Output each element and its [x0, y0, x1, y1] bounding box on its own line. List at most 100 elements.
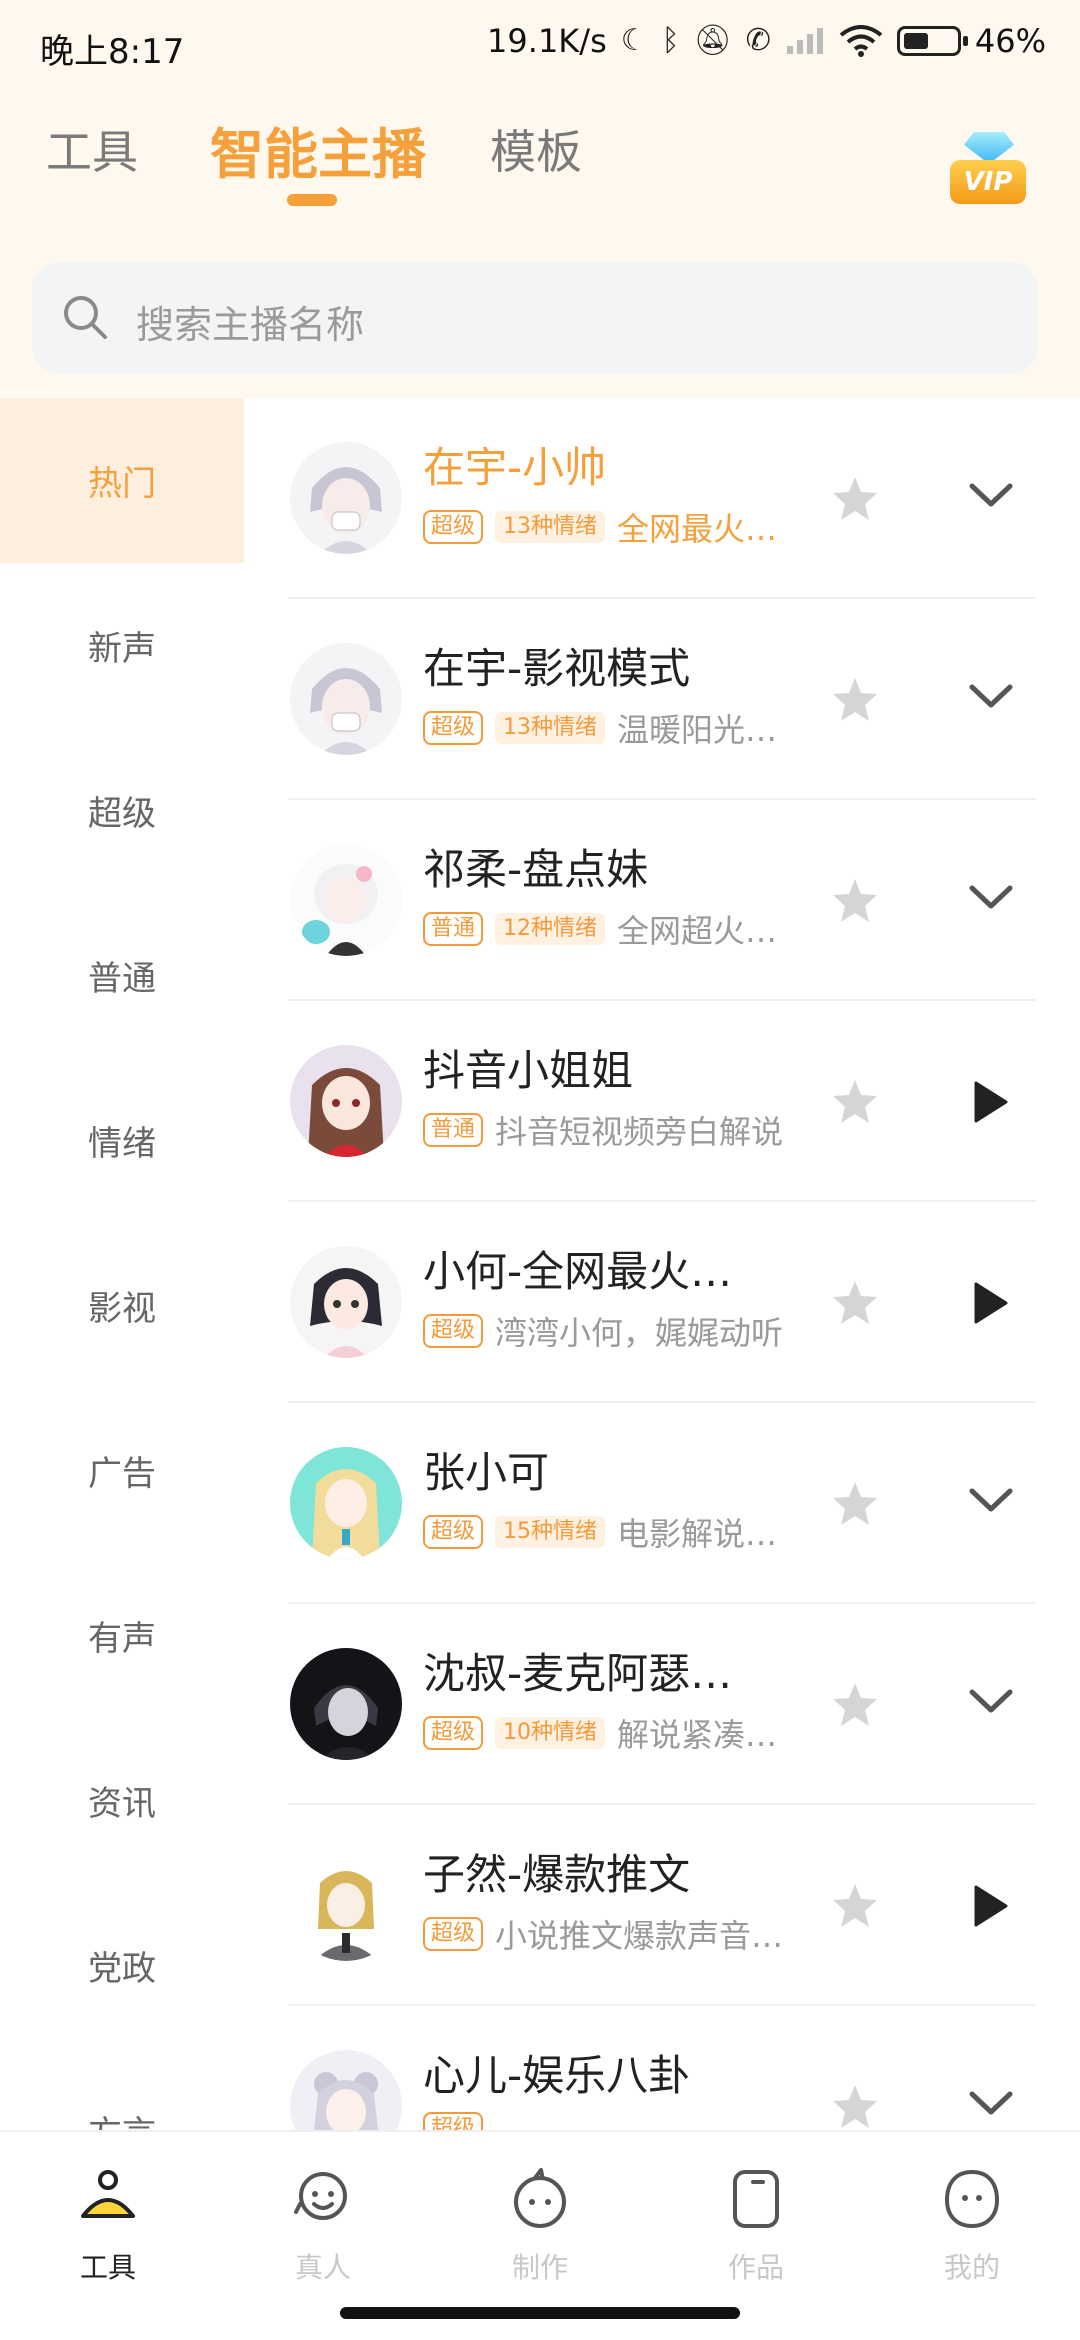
nav-works[interactable]: 作品 — [686, 2166, 826, 2286]
emotion-badge: 12种情绪 — [495, 913, 606, 945]
category-normal[interactable]: 普通 — [0, 893, 244, 1058]
chevron-down-icon[interactable] — [968, 1485, 1014, 1515]
anchor-desc: 小说推文爆款声音… — [495, 1917, 784, 1955]
star-icon[interactable] — [830, 2082, 880, 2130]
level-badge: 超级 — [423, 1515, 484, 1549]
chevron-down-icon[interactable] — [968, 681, 1014, 711]
avatar — [290, 1849, 402, 1961]
list-item[interactable]: 祁柔-盘点妹 普通 12种情绪 全网超火… — [288, 800, 1036, 1001]
anchor-desc: 温暖阳光… — [617, 711, 778, 749]
signal-icon — [786, 28, 823, 54]
anchor-meta: 超级 — [423, 2112, 484, 2130]
status-indicators: 19.1K/s ☾ ᛒ 🔕︎ ✆ 46% — [487, 22, 1046, 60]
anchor-desc: 解说紧凑… — [617, 1716, 778, 1754]
vip-button[interactable]: VIP — [944, 128, 1030, 214]
nav-label: 作品 — [727, 2251, 784, 2284]
search-icon — [64, 296, 107, 339]
star-icon[interactable] — [830, 1680, 880, 1730]
chevron-down-icon[interactable] — [968, 1686, 1014, 1716]
person-icon — [294, 2172, 347, 2220]
anchor-name: 祁柔-盘点妹 — [423, 845, 649, 894]
active-tab-indicator — [287, 194, 337, 206]
avatar — [290, 1246, 402, 1358]
anchor-meta: 超级 13种情绪 全网最火… — [423, 504, 777, 550]
category-dialect[interactable]: 方言 — [0, 2048, 244, 2130]
category-hot[interactable]: 热门 — [0, 398, 244, 563]
nav-tools[interactable]: 工具 — [38, 2166, 178, 2286]
vip-label: VIP — [950, 160, 1026, 204]
battery-percent: 46% — [974, 22, 1046, 60]
star-icon[interactable] — [830, 474, 880, 524]
star-icon[interactable] — [830, 1077, 880, 1127]
list-item[interactable]: 在宇-小帅 超级 13种情绪 全网最火… — [288, 398, 1036, 599]
search-input[interactable]: 搜索主播名称 — [32, 262, 1038, 374]
category-audiobook[interactable]: 有声 — [0, 1553, 244, 1718]
play-icon[interactable] — [964, 1077, 1014, 1127]
anchor-meta: 超级 小说推文爆款声音… — [423, 1911, 783, 1957]
status-time: 晚上8:17 — [40, 32, 185, 72]
category-film[interactable]: 影视 — [0, 1223, 244, 1388]
list-item[interactable]: 沈叔-麦克阿瑟… 超级 10种情绪 解说紧凑… — [288, 1604, 1036, 1805]
emotion-badge: 15种情绪 — [495, 1516, 606, 1548]
network-speed: 19.1K/s — [487, 22, 607, 60]
star-icon[interactable] — [830, 1479, 880, 1529]
works-icon — [733, 2170, 779, 2228]
list-item[interactable]: 心儿-娱乐八卦 超级 — [288, 2006, 1036, 2130]
level-badge: 超级 — [423, 1314, 484, 1348]
play-icon[interactable] — [964, 1881, 1014, 1931]
anchor-meta: 超级 10种情绪 解说紧凑… — [423, 1710, 777, 1756]
nav-profile[interactable]: 我的 — [902, 2166, 1042, 2286]
tools-icon — [81, 2170, 135, 2218]
list-item[interactable]: 小何-全网最火… 超级 湾湾小何，娓娓动听 — [288, 1202, 1036, 1403]
category-super[interactable]: 超级 — [0, 728, 244, 893]
nav-create[interactable]: 制作 — [470, 2166, 610, 2286]
anchor-meta: 超级 湾湾小何，娓娓动听 — [423, 1308, 783, 1354]
anchor-name: 子然-爆款推文 — [423, 1850, 691, 1899]
emotion-badge: 13种情绪 — [495, 511, 606, 543]
star-icon[interactable] — [830, 876, 880, 926]
anchor-desc: 全网超火… — [617, 912, 778, 950]
tab-smart-anchor[interactable]: 智能主播 — [210, 110, 426, 189]
category-news[interactable]: 资讯 — [0, 1718, 244, 1883]
anchor-name: 张小可 — [423, 1448, 550, 1497]
home-indicator[interactable] — [340, 2307, 740, 2319]
level-badge: 超级 — [423, 1716, 484, 1750]
star-icon[interactable] — [830, 1278, 880, 1328]
anchor-name: 心儿-娱乐八卦 — [423, 2051, 691, 2100]
nav-label: 工具 — [79, 2251, 136, 2284]
emotion-badge: 10种情绪 — [495, 1717, 606, 1749]
nav-label: 我的 — [943, 2251, 1000, 2284]
tab-tools[interactable]: 工具 — [46, 116, 138, 182]
category-new-voice[interactable]: 新声 — [0, 563, 244, 728]
chevron-down-icon[interactable] — [968, 882, 1014, 912]
nav-label: 真人 — [294, 2251, 351, 2284]
list-item[interactable]: 子然-爆款推文 超级 小说推文爆款声音… — [288, 1805, 1036, 2006]
play-icon[interactable] — [964, 1278, 1014, 1328]
star-icon[interactable] — [830, 675, 880, 725]
level-badge: 普通 — [423, 912, 484, 946]
search-placeholder: 搜索主播名称 — [136, 303, 365, 347]
emotion-badge: 13种情绪 — [495, 712, 606, 744]
top-tab-bar: 工具 智能主播 模板 — [0, 110, 1080, 220]
level-badge: 超级 — [423, 2112, 484, 2130]
category-ads[interactable]: 广告 — [0, 1388, 244, 1553]
level-badge: 超级 — [423, 510, 484, 544]
anchor-name: 抖音小姐姐 — [423, 1046, 634, 1095]
anchor-name: 在宇-影视模式 — [423, 644, 691, 693]
list-item[interactable]: 张小可 超级 15种情绪 电影解说… — [288, 1403, 1036, 1604]
list-item[interactable]: 在宇-影视模式 超级 13种情绪 温暖阳光… — [288, 599, 1036, 800]
anchor-name: 在宇-小帅 — [423, 443, 607, 492]
tab-templates[interactable]: 模板 — [490, 116, 582, 182]
category-emotion[interactable]: 情绪 — [0, 1058, 244, 1223]
level-badge: 超级 — [423, 1917, 484, 1951]
chevron-down-icon[interactable] — [968, 480, 1014, 510]
chevron-down-icon[interactable] — [968, 2088, 1014, 2118]
anchor-name: 沈叔-麦克阿瑟… — [423, 1649, 733, 1698]
level-badge: 超级 — [423, 711, 484, 745]
avatar — [290, 1648, 402, 1760]
call-icon: ✆ — [745, 23, 771, 58]
star-icon[interactable] — [830, 1881, 880, 1931]
nav-real-person[interactable]: 真人 — [253, 2166, 393, 2286]
category-party[interactable]: 党政 — [0, 1883, 244, 2048]
list-item[interactable]: 抖音小姐姐 普通 抖音短视频旁白解说 — [288, 1001, 1036, 1202]
